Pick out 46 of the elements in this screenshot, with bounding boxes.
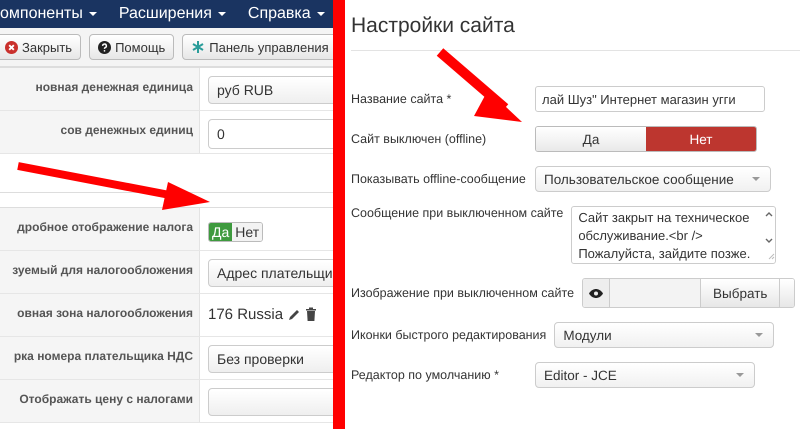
- menu-item[interactable]: Справка: [248, 5, 325, 23]
- field-label: Показывать offline-сообщение: [351, 172, 527, 186]
- field-label: сов денежных единиц: [60, 123, 193, 139]
- field-label: овная зона налогообложения: [17, 306, 193, 322]
- toggle-option[interactable]: Нет: [646, 127, 756, 151]
- select-field[interactable]: Адрес плательщи: [208, 259, 333, 287]
- menu-item[interactable]: омпоненты: [0, 5, 97, 23]
- select-field[interactable]: Пользовательское сообщение: [535, 166, 771, 192]
- toggle-option[interactable]: Да: [536, 127, 646, 151]
- zone-value: 176 Russia: [208, 305, 284, 323]
- help-icon: [98, 40, 112, 54]
- close-icon: [5, 40, 18, 54]
- caret-icon: [88, 12, 97, 16]
- select-field[interactable]: Editor - JCE: [535, 362, 755, 388]
- select-field[interactable]: руб RUB: [208, 76, 333, 104]
- field-label: зуемый для налогообложения: [12, 263, 193, 279]
- caret-icon: [752, 177, 760, 181]
- input-field[interactable]: 0: [208, 119, 333, 149]
- asterisk-icon: [191, 40, 206, 54]
- caret-icon: [316, 12, 325, 16]
- toolbar-button[interactable]: Закрыть: [0, 34, 82, 60]
- field-label: новная денежная единица: [35, 80, 193, 96]
- menu-item[interactable]: Расширения: [118, 5, 226, 23]
- select-field[interactable]: Модули: [554, 322, 774, 348]
- field-label: Название сайта *: [351, 92, 452, 106]
- pencil-icon[interactable]: [287, 308, 302, 322]
- toggle-option[interactable]: Да: [209, 223, 232, 241]
- caret-icon: [736, 373, 744, 377]
- field-label: рка номера плательщика НДС: [14, 349, 193, 365]
- toggle-option[interactable]: Нет: [232, 223, 262, 241]
- page-title: Настройки сайта: [351, 0, 800, 51]
- input-field[interactable]: лай Шуз" Интернет магазин угги: [535, 86, 765, 112]
- field-label: Изображение при выключенном сайте: [351, 286, 574, 300]
- field-label: Отображать цену с налогами: [19, 392, 193, 408]
- toolbar-button[interactable]: Помощь: [89, 34, 174, 60]
- field-label: Сообщение при выключенном сайте: [351, 206, 564, 220]
- field-label: Иконки быстрого редактирования: [351, 328, 546, 342]
- select-field[interactable]: Без проверки: [208, 345, 333, 373]
- caret-icon: [755, 333, 764, 337]
- field-label: Редактор по умолчанию *: [351, 368, 500, 382]
- caret-icon: [218, 12, 226, 16]
- textarea-field[interactable]: Сайт закрыт на техническое обслуживание.<br /> Пожалуйста, зайдите позже.: [571, 206, 776, 264]
- field-label: Сайт выключен (offline): [351, 132, 488, 146]
- field-label: дробное отображение налога: [17, 220, 193, 236]
- toolbar-button[interactable]: Панель управления: [182, 34, 333, 60]
- trash-icon[interactable]: [305, 307, 318, 321]
